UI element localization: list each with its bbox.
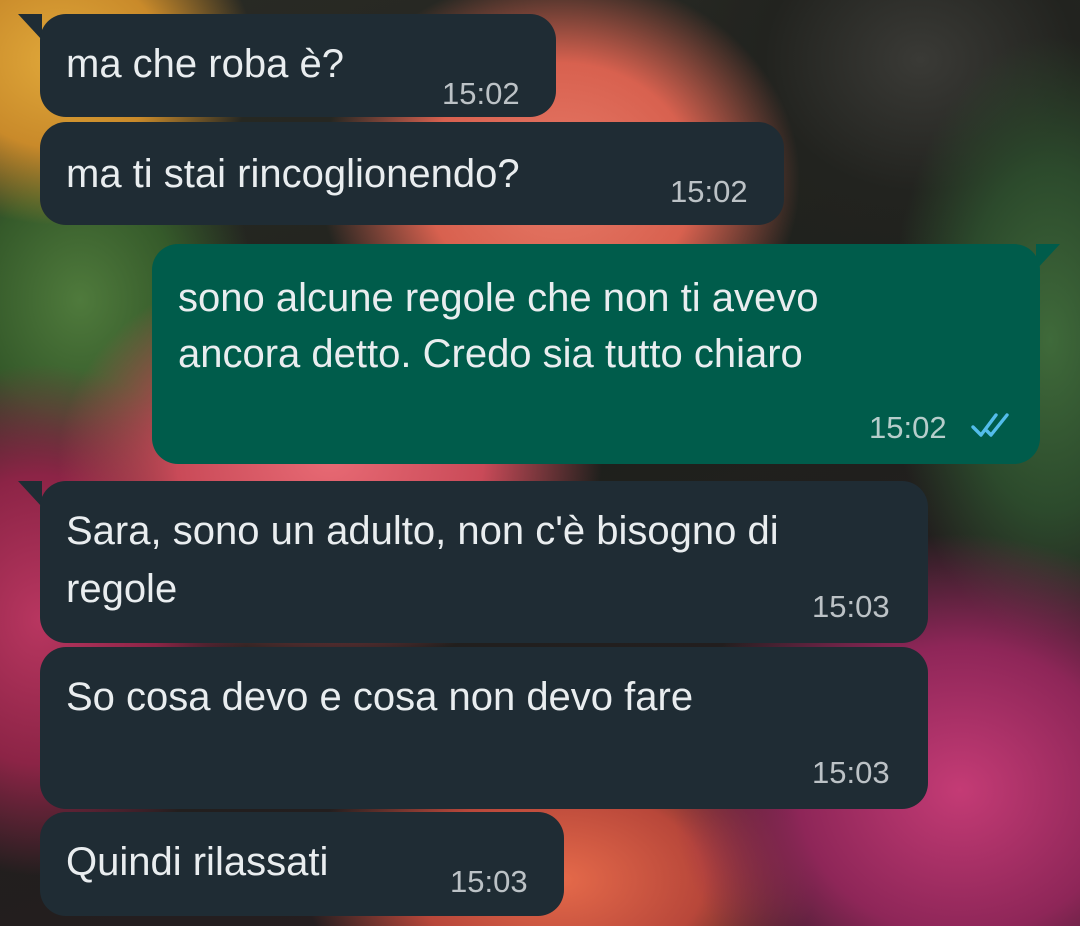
message-text-line: regole [66,567,178,611]
message-time: 15:03 [812,755,890,790]
message-text-line: ancora detto. Credo sia tutto chiaro [178,332,803,376]
message-text: Quindi rilassati [66,840,329,884]
bubble-tail [18,14,42,40]
message-text: ma che roba è? [66,42,344,86]
message-bubble-incoming[interactable]: Quindi rilassati 15:03 [40,812,564,916]
message-bubble-incoming[interactable]: Sara, sono un adulto, non c'è bisogno di… [40,481,928,643]
message-text-line: Sara, sono un adulto, non c'è bisogno di [66,509,779,553]
message-time: 15:03 [812,589,890,624]
message-time: 15:02 [670,174,748,209]
message-time: 15:02 [442,76,520,111]
message-time: 15:03 [450,864,528,899]
double-check-icon [971,413,1009,437]
bubble-tail [18,481,42,507]
message-bubble-incoming[interactable]: So cosa devo e cosa non devo fare 15:03 [40,647,928,809]
message-bubble-outgoing[interactable]: sono alcune regole che non ti avevo anco… [152,244,1040,464]
message-text: So cosa devo e cosa non devo fare [66,675,694,719]
message-time: 15:02 [869,410,947,445]
message-text-line: sono alcune regole che non ti avevo [178,276,819,320]
message-text: ma ti stai rincoglionendo? [66,152,520,196]
message-bubble-incoming[interactable]: ma che roba è? 15:02 [40,14,556,117]
message-bubble-incoming[interactable]: ma ti stai rincoglionendo? 15:02 [40,122,784,225]
